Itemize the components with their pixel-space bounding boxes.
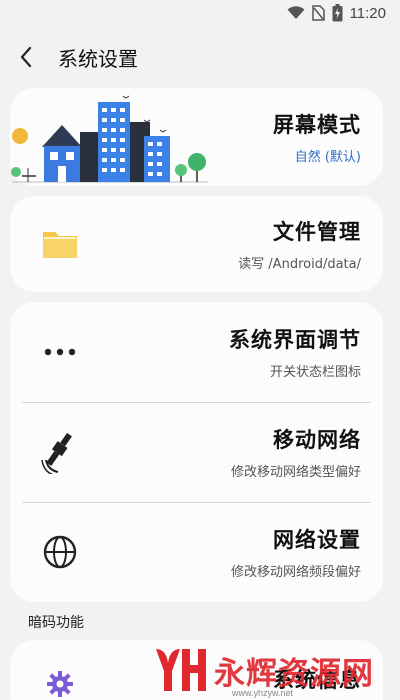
ui-tuner-title: 系统界面调节 (229, 328, 361, 352)
app-header: 系统设置 (0, 36, 400, 78)
no-sim-icon (311, 5, 325, 21)
system-info-row[interactable]: 系统信息 (10, 640, 383, 700)
network-settings-row[interactable]: 网络设置 修改移动网络频段偏好 (10, 502, 383, 602)
satellite-icon (38, 430, 82, 474)
battery-charging-icon (332, 4, 343, 22)
ui-tuner-subtitle: 开关状态栏图标 (269, 365, 361, 380)
status-bar: 11:20 (0, 0, 400, 26)
more-dots-icon (38, 330, 82, 374)
status-time: 11:20 (349, 4, 386, 22)
mobile-network-subtitle: 修改移动网络类型偏好 (230, 465, 361, 480)
screen-mode-row[interactable]: 屏幕模式 自然 (默认) (10, 88, 383, 186)
system-options-card: 系统界面调节 开关状态栏图标 移动网络 修改移动网络类型偏好 网络设置 修改移动… (10, 302, 383, 602)
screen-mode-title: 屏幕模式 (273, 113, 361, 137)
file-management-subtitle: 读写 /Android/data/ (238, 257, 361, 272)
chevron-left-icon (20, 46, 32, 68)
folder-icon (38, 222, 82, 266)
globe-icon (38, 530, 82, 574)
ui-tuner-row[interactable]: 系统界面调节 开关状态栏图标 (10, 302, 383, 402)
secret-codes-card: 系统信息 (10, 640, 383, 700)
file-management-card[interactable]: 文件管理 读写 /Android/data/ (10, 196, 383, 292)
file-management-row[interactable]: 文件管理 读写 /Android/data/ (10, 196, 383, 292)
network-settings-subtitle: 修改移动网络频段偏好 (230, 565, 361, 580)
gear-icon (38, 662, 82, 700)
mobile-network-title: 移动网络 (273, 428, 361, 452)
network-settings-title: 网络设置 (273, 528, 361, 552)
back-button[interactable] (0, 36, 52, 78)
mobile-network-row[interactable]: 移动网络 修改移动网络类型偏好 (10, 402, 383, 502)
page-title: 系统设置 (58, 46, 138, 71)
wifi-icon (287, 6, 305, 19)
screen-mode-card[interactable]: 屏幕模式 自然 (默认) (10, 88, 383, 186)
screen-mode-value: 自然 (默认) (294, 150, 361, 165)
system-info-title: 系统信息 (273, 668, 361, 692)
section-label-secret-codes: 暗码功能 (28, 615, 84, 631)
file-management-title: 文件管理 (273, 220, 361, 244)
